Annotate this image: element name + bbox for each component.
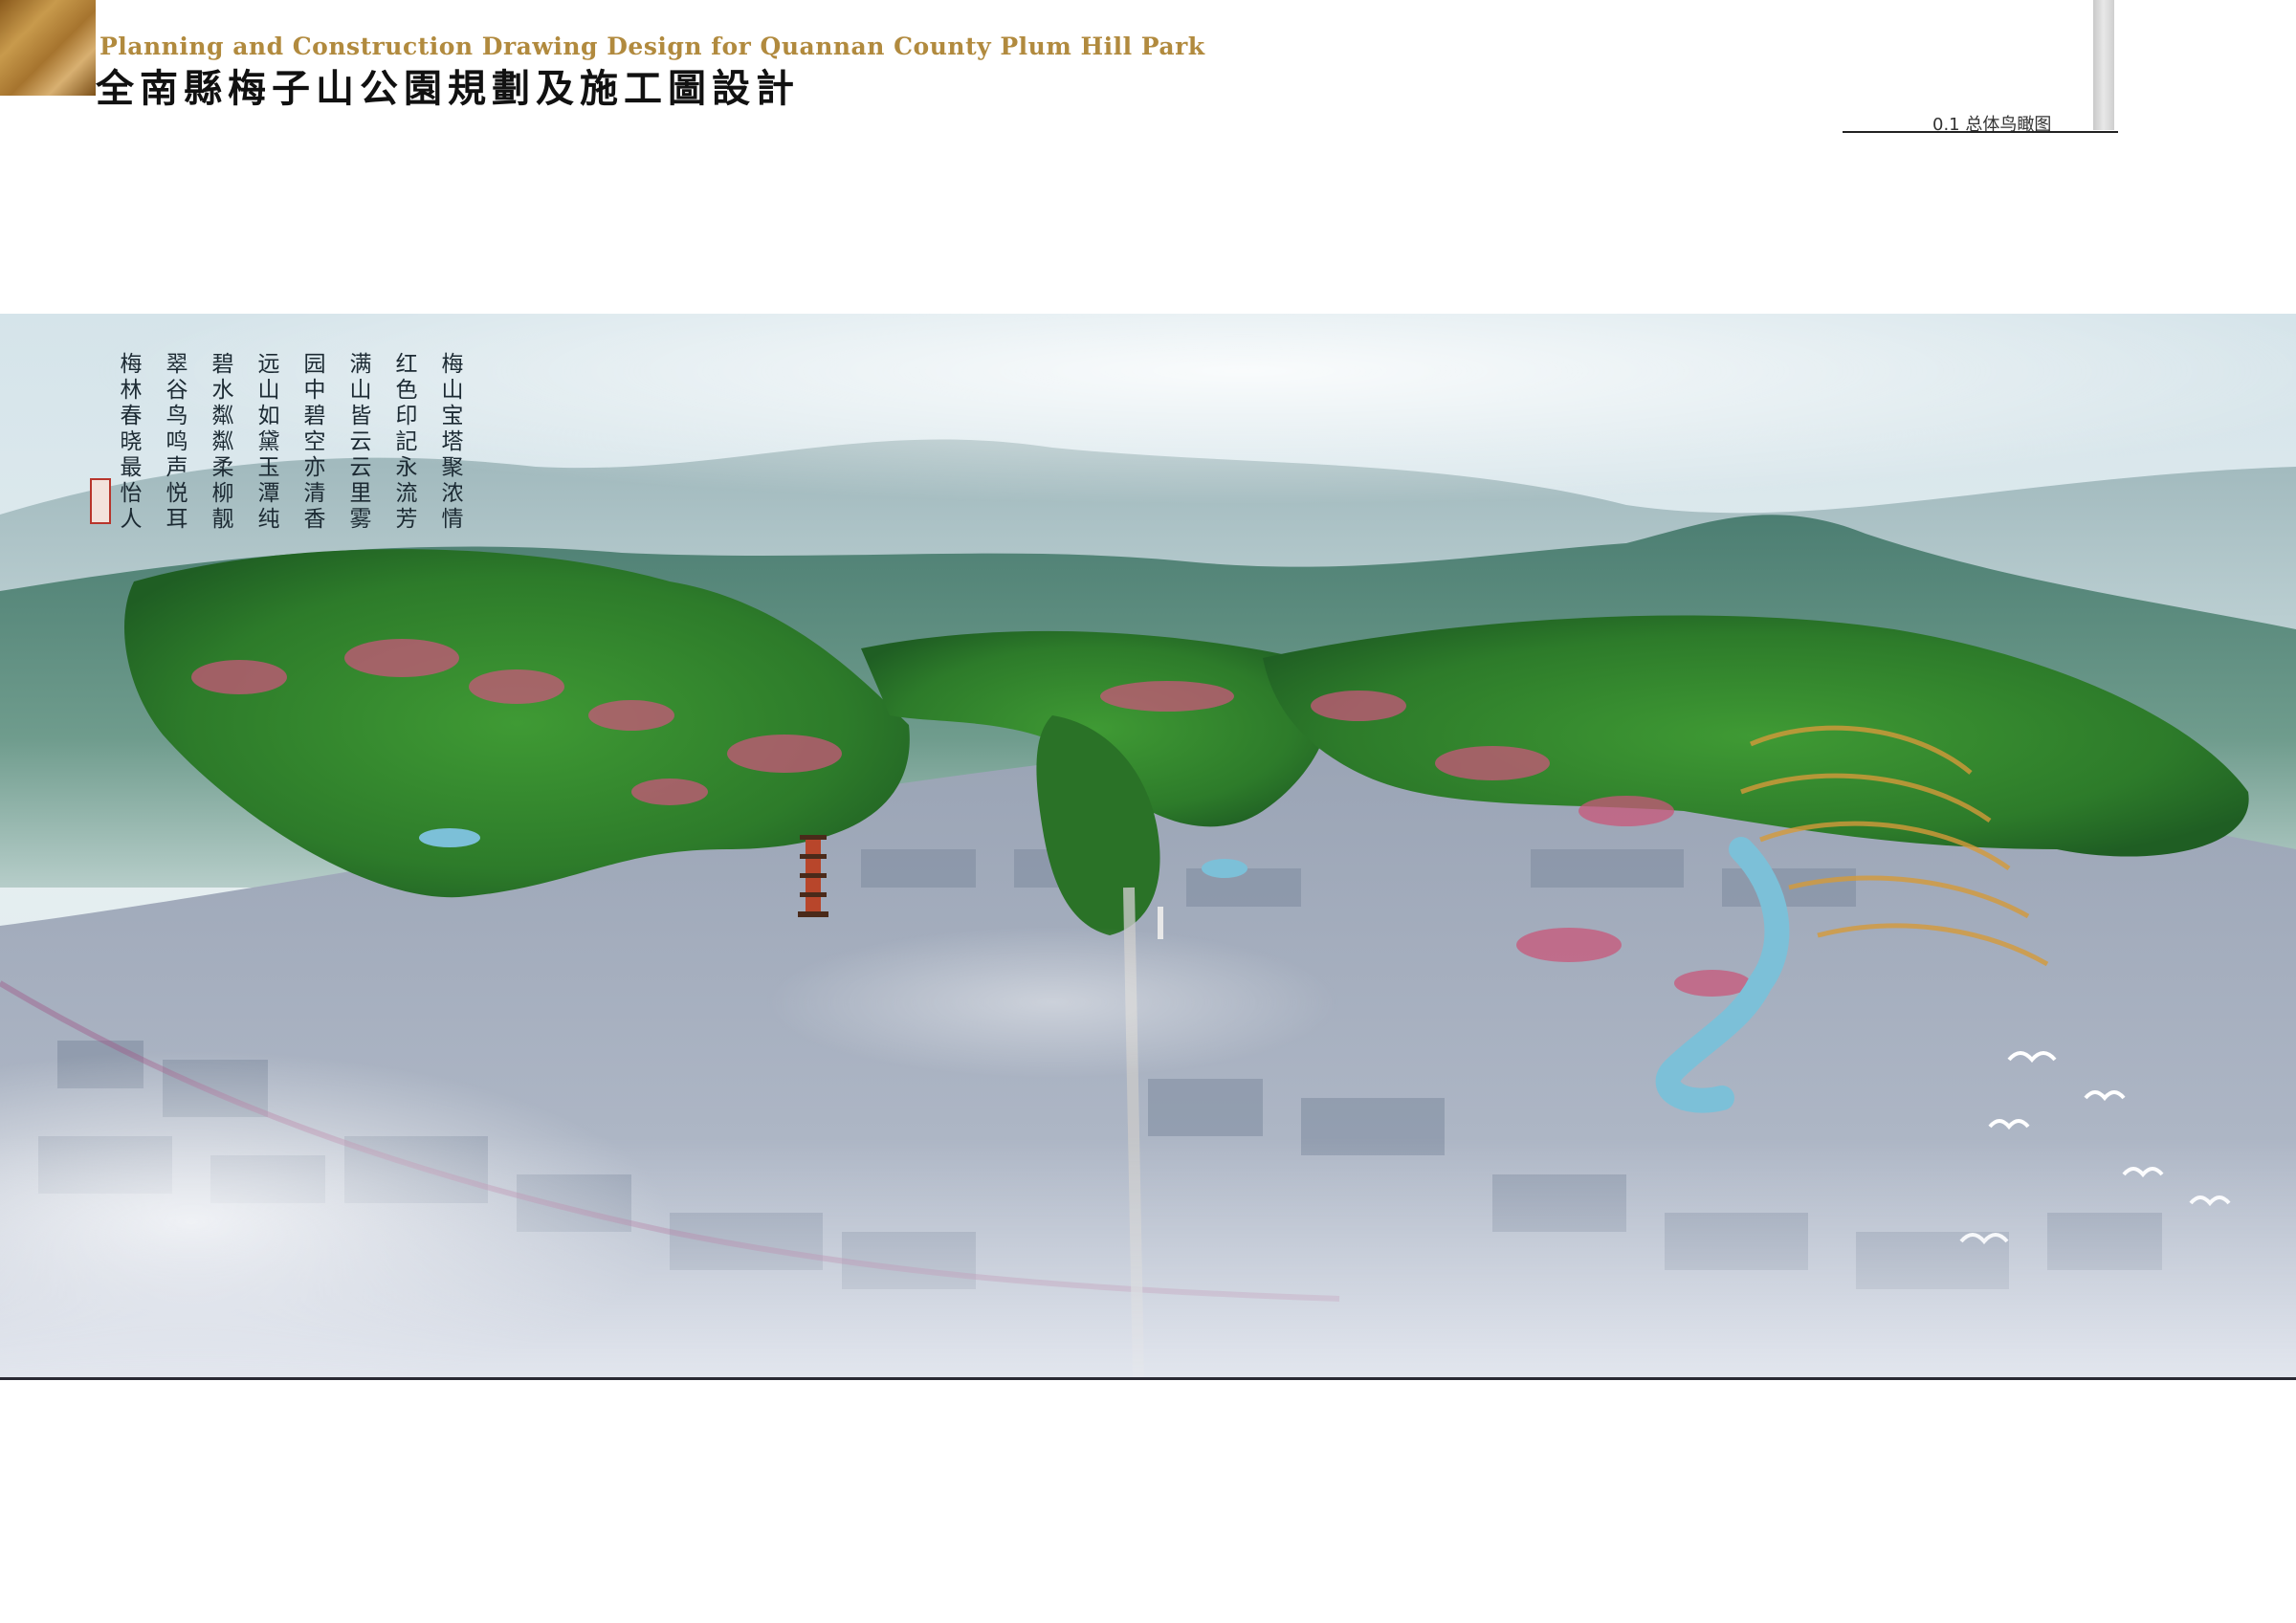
pond-central bbox=[1202, 859, 1247, 878]
poem-line: 红色印記永流芳 bbox=[391, 352, 416, 533]
poem-line: 梅山宝塔聚浓情 bbox=[437, 352, 462, 533]
poem: 梅山宝塔聚浓情 红色印記永流芳 满山皆云云里雾 园中碧空亦清香 远山如黛玉潭纯 … bbox=[115, 352, 463, 533]
pond-west bbox=[419, 828, 480, 847]
poem-line: 园中碧空亦清香 bbox=[299, 352, 324, 533]
logo-block bbox=[0, 0, 96, 96]
title-english: Planning and Construction Drawing Design… bbox=[99, 33, 1205, 60]
title-chinese: 全南縣梅子山公園規劃及施工圖設計 bbox=[96, 67, 800, 111]
poem-line: 满山皆云云里雾 bbox=[345, 352, 370, 533]
poem-line: 梅林春晓最怡人 bbox=[116, 352, 141, 533]
poem-line: 翠谷鸟鸣声悦耳 bbox=[162, 352, 187, 533]
poem-line: 远山如黛玉潭纯 bbox=[254, 352, 278, 533]
center-fog bbox=[765, 926, 1339, 1079]
edge-bar bbox=[2093, 0, 2114, 130]
bottom-fog bbox=[0, 1136, 2296, 1377]
sheet-rule bbox=[1843, 131, 2118, 133]
poem-line: 碧水粼粼柔柳靓 bbox=[208, 352, 232, 533]
bottom-rule bbox=[0, 1377, 2296, 1380]
seal-stamp bbox=[90, 478, 111, 524]
